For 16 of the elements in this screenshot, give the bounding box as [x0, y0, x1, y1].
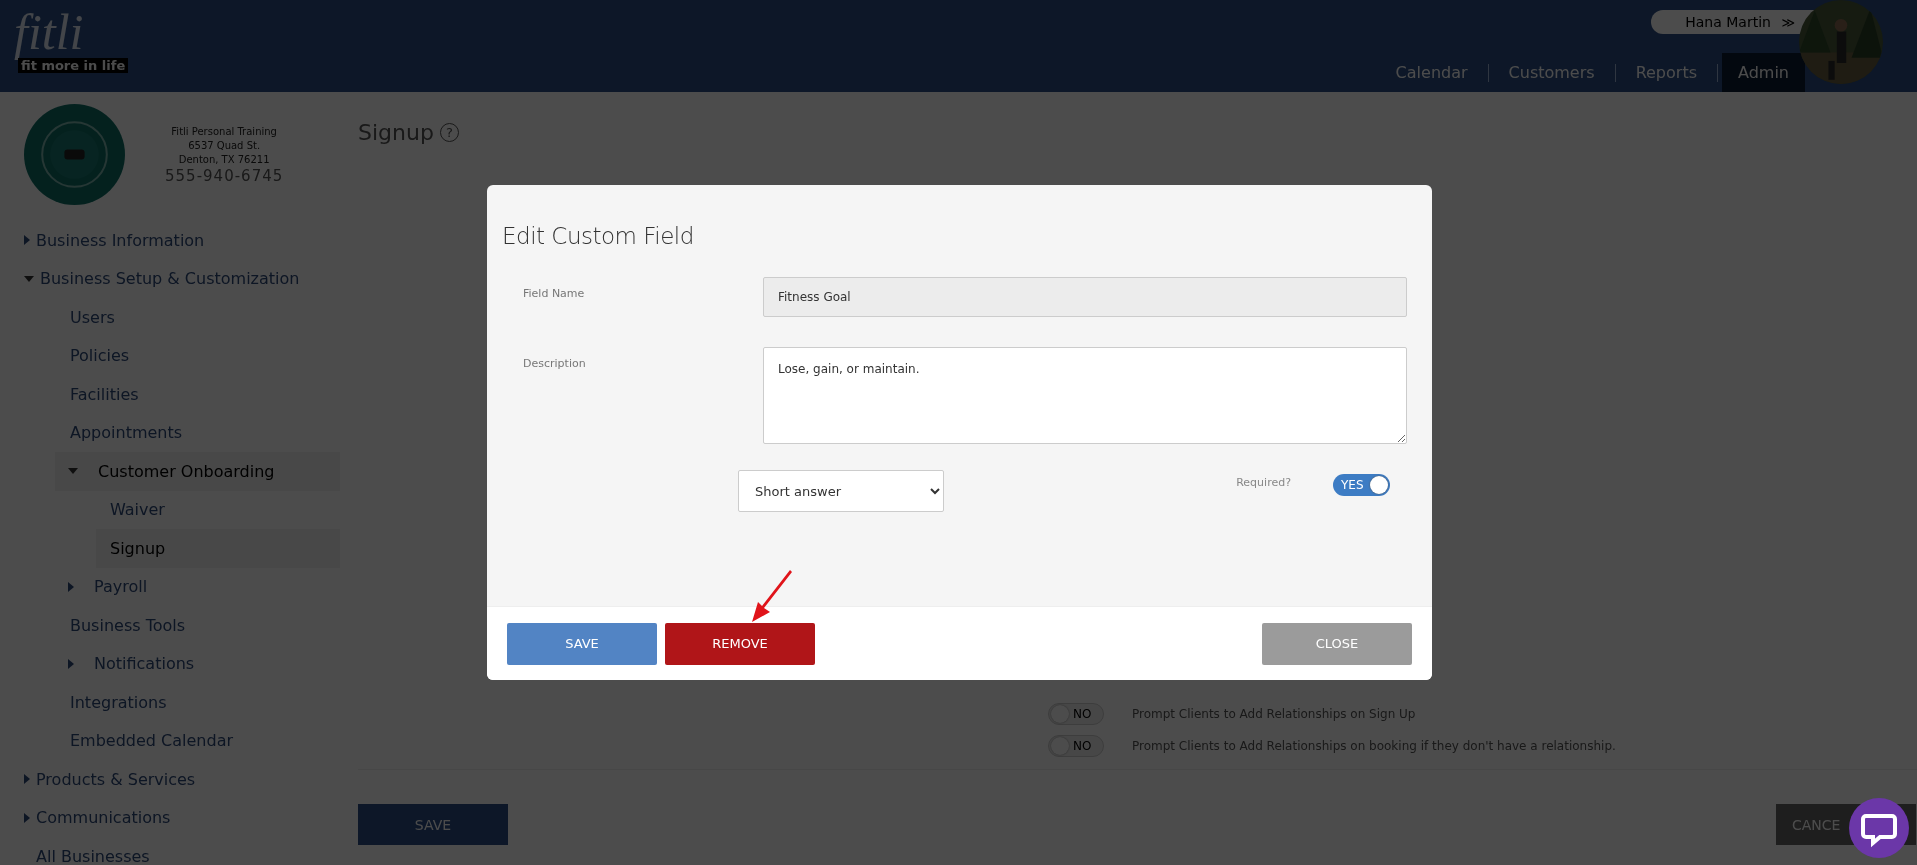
- dialog-button[interactable]: CLOSE: [1262, 622, 1412, 665]
- pointer-arrow-icon: [750, 570, 794, 624]
- modal-title: Edit Custom Field: [502, 223, 695, 249]
- description-field[interactable]: Lose, gain, or maintain.: [763, 347, 1407, 444]
- chat-icon[interactable]: [1849, 798, 1909, 858]
- required-toggle[interactable]: YES: [1333, 474, 1390, 496]
- field-name-input[interactable]: Fitness Goal: [763, 277, 1407, 317]
- field-label: Field Name: [522, 286, 586, 300]
- business-name: Fitli Personal Training: [171, 124, 277, 139]
- type-dropdown[interactable]: Short answer: [738, 470, 944, 512]
- required-label: Required?: [1236, 476, 1291, 489]
- field-label: Description: [522, 356, 587, 370]
- dialog-button[interactable]: SAVE: [507, 622, 657, 665]
- business-address: Denton, TX 76211: [178, 152, 270, 167]
- business-address: 6537 Quad St.: [188, 138, 261, 153]
- dialog-button[interactable]: REMOVE: [665, 622, 815, 665]
